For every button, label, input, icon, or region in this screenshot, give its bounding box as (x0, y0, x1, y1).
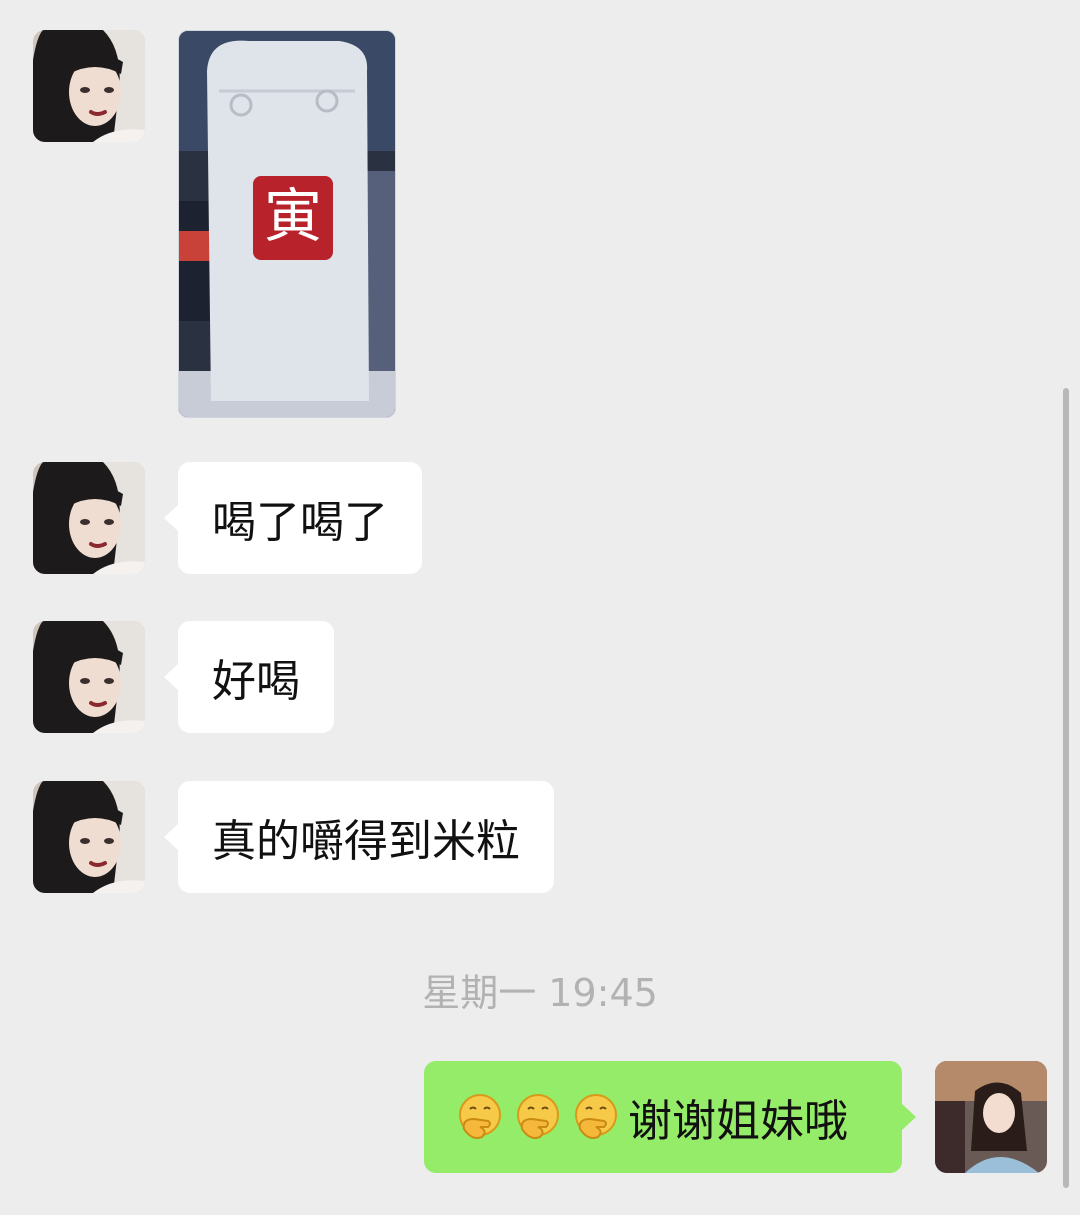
contact-avatar[interactable] (33, 30, 145, 142)
outgoing-message[interactable]: 谢谢姐妹哦 (424, 1061, 916, 1173)
avatar-image (33, 30, 145, 142)
message-text: 喝了喝了 (212, 497, 388, 548)
chat-timestamp: 星期一 19:45 (422, 971, 658, 1015)
cup-photo: 寅 (179, 31, 395, 417)
message-text: 谢谢姐妹哦 (628, 1096, 848, 1147)
hand-over-mouth-emoji-icon (512, 1091, 564, 1143)
contact-avatar[interactable] (33, 781, 145, 893)
message-text: 真的嚼得到米粒 (212, 816, 520, 867)
contact-avatar[interactable] (33, 621, 145, 733)
avatar-image (935, 1061, 1047, 1173)
image-message[interactable]: 寅 (178, 30, 396, 418)
avatar-image (33, 462, 145, 574)
incoming-message[interactable]: 真的嚼得到米粒 (164, 781, 554, 893)
contact-avatar[interactable] (33, 462, 145, 574)
avatar-image (33, 781, 145, 893)
message-text: 好喝 (212, 656, 300, 707)
hand-over-mouth-emoji-icon (570, 1091, 622, 1143)
my-avatar[interactable] (935, 1061, 1047, 1173)
avatar-image (33, 621, 145, 733)
hand-over-mouth-emoji-icon (454, 1091, 506, 1143)
scrollbar[interactable] (1063, 388, 1069, 1188)
cup-label: 寅 (264, 182, 322, 250)
incoming-message[interactable]: 好喝 (164, 621, 334, 733)
incoming-message[interactable]: 喝了喝了 (164, 462, 422, 574)
